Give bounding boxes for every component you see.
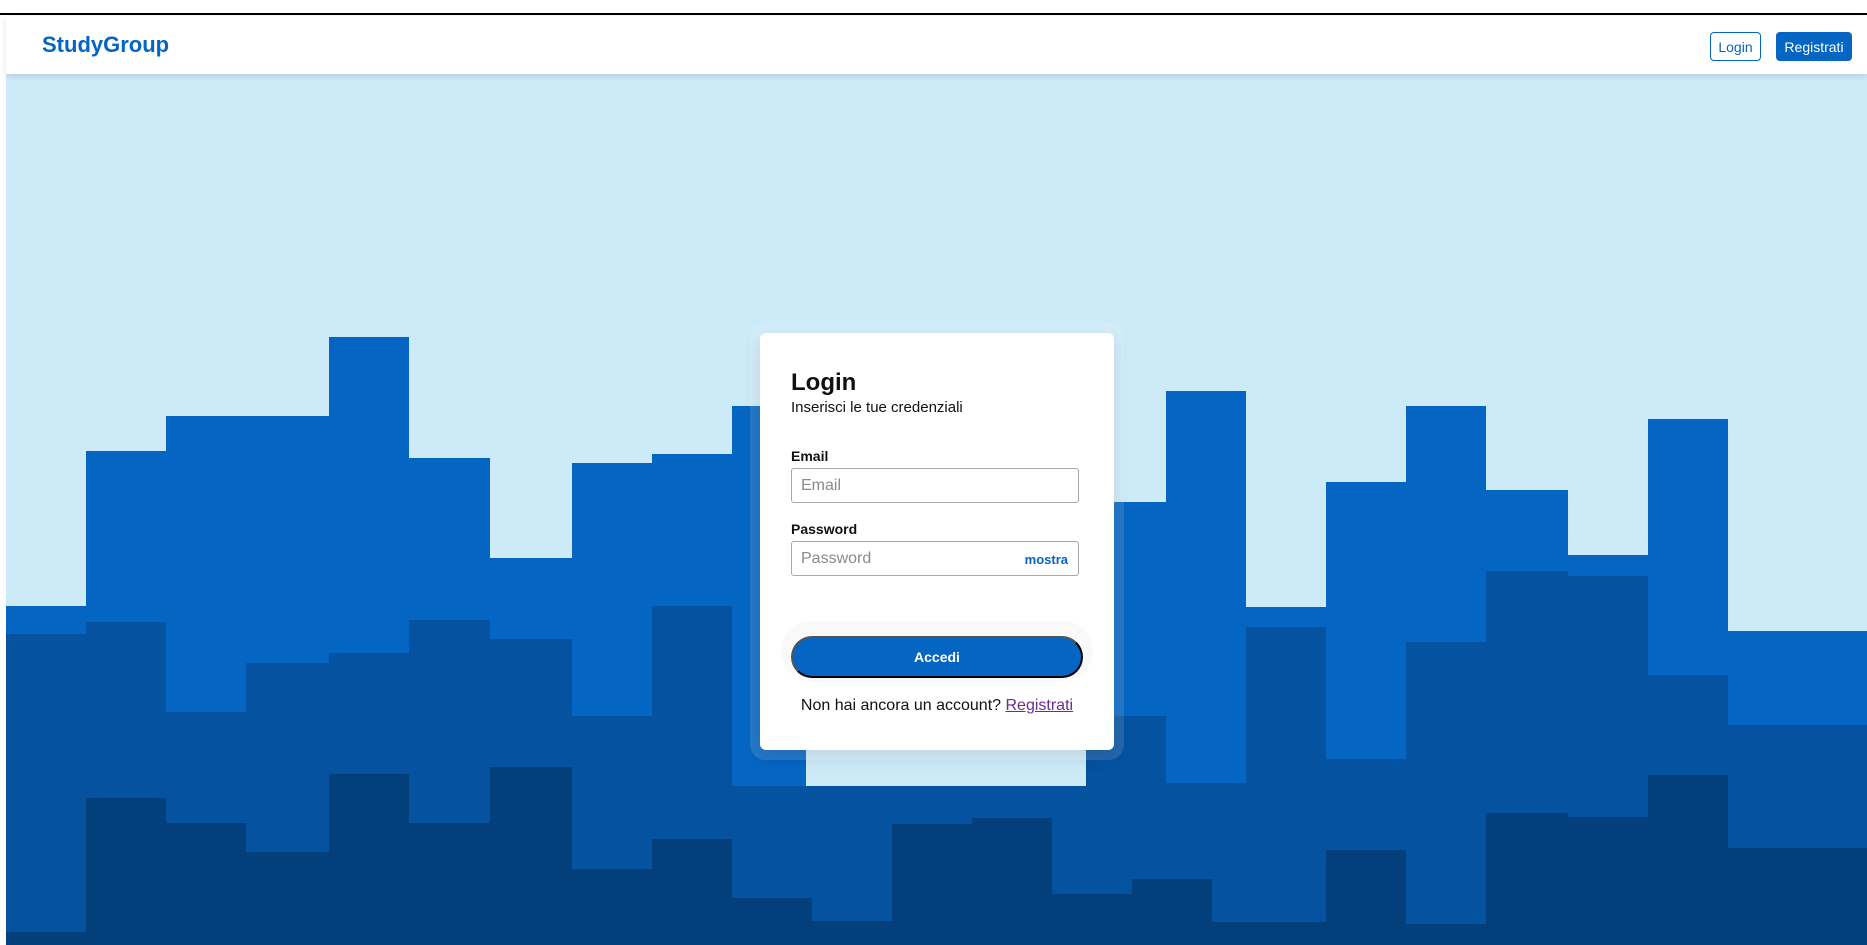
password-label: Password <box>791 521 858 537</box>
login-subtitle: Inserisci le tue credenziali <box>791 399 963 416</box>
password-field-wrapper: mostra <box>791 541 1079 576</box>
register-prompt: Non hai ancora un account? Registrati <box>760 697 1114 715</box>
top-border <box>0 0 1867 15</box>
no-account-text: Non hai ancora un account? <box>800 697 1002 714</box>
email-input[interactable] <box>792 469 1078 502</box>
show-password-toggle[interactable]: mostra <box>1025 552 1068 567</box>
nav-register-button[interactable]: Registrati <box>1776 32 1852 61</box>
brand-logo[interactable]: StudyGroup <box>42 32 169 58</box>
nav-login-button[interactable]: Login <box>1710 32 1761 61</box>
navbar: StudyGroup Login Registrati <box>6 16 1867 74</box>
login-card: Login Inserisci le tue credenziali Email… <box>760 333 1114 750</box>
email-field-wrapper <box>791 468 1079 503</box>
login-title: Login <box>791 369 857 396</box>
email-label: Email <box>791 448 829 464</box>
register-link[interactable]: Registrati <box>1006 697 1074 714</box>
submit-button[interactable]: Accedi <box>791 636 1083 678</box>
